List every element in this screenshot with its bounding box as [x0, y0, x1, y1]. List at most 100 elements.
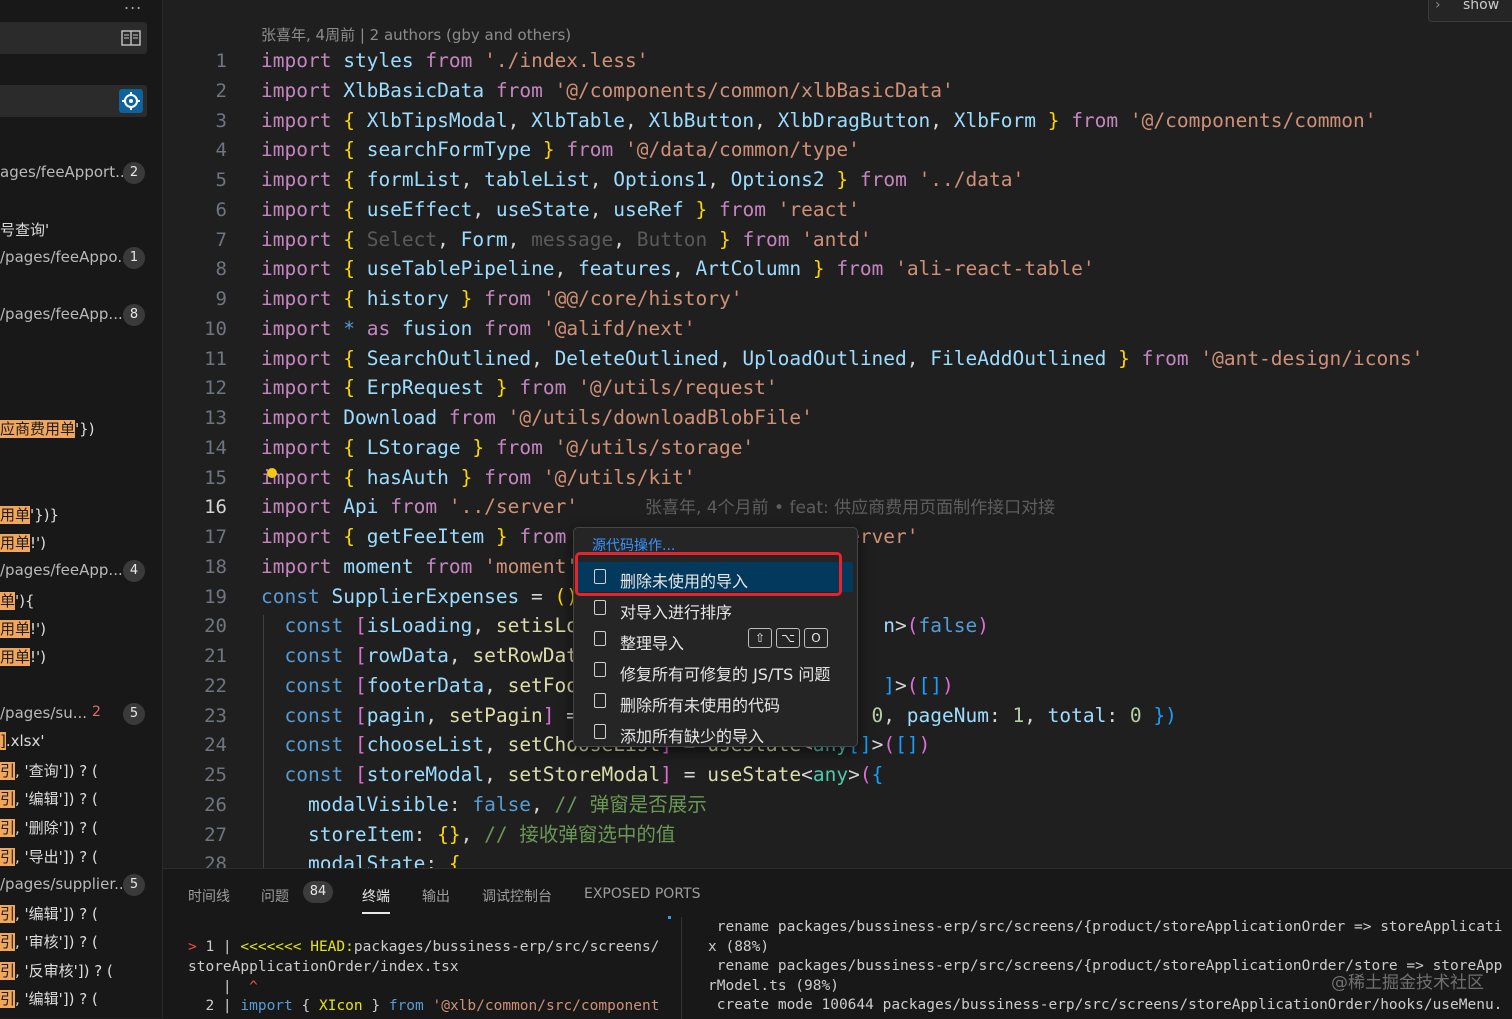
sidebar-result-10[interactable]: 用单!')	[0, 646, 46, 667]
code-text[interactable]: import styles from './index.less'	[261, 46, 649, 76]
panel-tab[interactable]: 输出	[422, 886, 450, 906]
line-number: 26	[204, 793, 227, 816]
code-text[interactable]: import Api from '../server'	[261, 492, 578, 522]
watermark: @稀土掘金技术社区	[1331, 973, 1484, 993]
code-text[interactable]: modalState: {	[261, 849, 461, 868]
su-match-count: 2	[92, 704, 101, 720]
code-text[interactable]: import { searchFormType } from '@/data/c…	[261, 135, 860, 165]
code-text[interactable]: import XlbBasicData from '@/components/c…	[261, 76, 954, 106]
line-number: 10	[204, 317, 227, 340]
code-text[interactable]: import { useTablePipeline, features, Art…	[261, 254, 1095, 284]
sidebar-result-7[interactable]: /pages/feeApp...	[0, 561, 123, 579]
line-number: 28	[204, 853, 227, 868]
line-number: 22	[204, 674, 227, 697]
line-number: 14	[204, 436, 227, 459]
sidebar-result-14[interactable]: 引, '编辑']) ? (	[0, 788, 98, 809]
sidebar-result-5[interactable]: 用单'})}	[0, 504, 59, 525]
result-count-badge: 5	[123, 703, 145, 725]
code-text[interactable]: const [storeModal, setStoreModal] = useS…	[261, 760, 883, 790]
sidebar-result-13[interactable]: 引, '查询']) ? (	[0, 760, 98, 781]
menu-item-3[interactable]: 修复所有可修复的 JS/TS 问题	[578, 655, 853, 685]
menu-item-1[interactable]: 对导入进行排序	[578, 593, 853, 623]
line-number: 9	[215, 288, 227, 310]
code-text[interactable]: storeItem: {}, // 接收弹窗选中的值	[261, 820, 675, 850]
indent-guide	[263, 615, 264, 868]
sidebar-result-18[interactable]: 引, '编辑']) ? (	[0, 903, 98, 924]
lightbulb-icon[interactable]	[267, 468, 277, 478]
find-widget[interactable]: › show	[1428, 0, 1512, 22]
terminal-line: | ^	[188, 979, 258, 995]
sidebar-result-20[interactable]: 引, '反审核']) ? (	[0, 960, 113, 981]
terminal-split-divider[interactable]	[681, 917, 682, 1019]
line-number: 25	[204, 764, 227, 786]
sidebar-result-11[interactable]: /pages/su...	[0, 704, 87, 722]
menu-item-label: 添加所有缺少的导入	[620, 727, 765, 746]
sidebar-result-9[interactable]: 用单!')	[0, 618, 46, 639]
line-number: 20	[204, 615, 227, 638]
menu-item-2[interactable]: 整理导入 ⇧ ⌥ O	[578, 624, 853, 654]
code-text[interactable]: import { ErpRequest } from '@/utils/requ…	[261, 373, 778, 403]
file-icon	[594, 600, 606, 615]
menu-item-label: 整理导入	[620, 634, 685, 653]
book-icon[interactable]	[121, 28, 141, 48]
panel-tab[interactable]: EXPOSED PORTS	[584, 886, 700, 902]
sidebar-result-15[interactable]: 引, '删除']) ? (	[0, 817, 98, 838]
code-text[interactable]: const SupplierExpenses = ()	[261, 582, 578, 612]
sidebar-result-17[interactable]: /pages/supplier...	[0, 875, 128, 893]
sidebar-result-1[interactable]: 号查询'	[0, 219, 49, 240]
shortcut-key: ⌥	[776, 628, 800, 648]
file-icon	[594, 631, 606, 646]
gear-settings-icon[interactable]	[119, 89, 143, 113]
line-number: 3	[215, 109, 227, 132]
code-text[interactable]: import { formList, tableList, Options1, …	[261, 165, 1024, 195]
code-text[interactable]: import { SearchOutlined, DeleteOutlined,…	[261, 344, 1423, 374]
line-number: 24	[204, 734, 227, 757]
line-number: 17	[204, 526, 227, 548]
panel-tab[interactable]: 时间线	[188, 886, 230, 906]
sidebar-result-4[interactable]: 应商费用单'})	[0, 418, 95, 439]
git-blame-header[interactable]: 张喜年, 4周前 | 2 authors (gby and others)	[261, 24, 571, 45]
menu-item-4[interactable]: 删除所有未使用的代码	[578, 686, 853, 716]
sidebar-result-3[interactable]: /pages/feeApp...	[0, 305, 123, 323]
sidebar-result-6[interactable]: 用单!')	[0, 532, 46, 553]
terminal-line: > 1 | <<<<<<< HEAD:packages/bussiness-er…	[188, 939, 660, 955]
line-number: 12	[204, 377, 227, 400]
code-text[interactable]: import { useEffect, useState, useRef } f…	[261, 195, 860, 225]
code-text[interactable]: const [rowData, setRowDat	[261, 641, 578, 671]
panel-tab[interactable]: 调试控制台	[482, 886, 552, 906]
panel-tab[interactable]: 终端	[362, 886, 390, 914]
result-count-badge: 2	[123, 162, 145, 184]
code-text[interactable]: import Download from '@/utils/downloadBl…	[261, 403, 813, 433]
result-count-badge: 5	[123, 874, 145, 896]
code-text[interactable]: import { LStorage } from '@/utils/storag…	[261, 433, 754, 463]
line-number: 2	[215, 79, 227, 102]
code-text[interactable]: import { hasAuth } from '@/utils/kit'	[261, 463, 695, 493]
sidebar-result-8[interactable]: 单'){	[0, 590, 35, 611]
code-text[interactable]: import * as fusion from '@alifd/next'	[261, 314, 695, 344]
menu-item-label: 删除所有未使用的代码	[620, 696, 781, 715]
code-text[interactable]: import { history } from '@@/core/history…	[261, 284, 742, 314]
code-text[interactable]: import { Select, Form, message, Button }…	[261, 225, 872, 255]
sidebar-search-row[interactable]	[0, 85, 147, 117]
menu-item-5[interactable]: 添加所有缺少的导入	[578, 717, 853, 747]
terminal-line: storeApplicationOrder/index.tsx	[188, 959, 459, 975]
sidebar-result-12[interactable]: ].xlsx'	[0, 732, 45, 750]
line-number: 23	[204, 704, 227, 727]
sidebar-result-0[interactable]: ages/feeApport...	[0, 163, 129, 181]
code-text[interactable]: import moment from 'moment'	[261, 552, 578, 582]
line-number: 15	[204, 466, 227, 489]
sidebar-result-21[interactable]: 引, '编辑']) ? (	[0, 988, 98, 1009]
more-actions-icon[interactable]: ...	[124, 0, 142, 13]
line-number: 7	[215, 228, 227, 251]
line-number: 21	[204, 645, 227, 667]
code-text[interactable]: modalVisible: false, // 弹窗是否展示	[261, 790, 707, 820]
sidebar-result-2[interactable]: /pages/feeAppo...	[0, 248, 132, 266]
sidebar-result-19[interactable]: 引, '审核']) ? (	[0, 931, 98, 952]
panel-tab[interactable]: 问题	[261, 886, 289, 906]
line-number: 13	[204, 407, 227, 429]
sidebar-result-16[interactable]: 引, '导出']) ? (	[0, 846, 98, 867]
code-text[interactable]: import { XlbTipsModal, XlbTable, XlbButt…	[261, 106, 1376, 136]
problems-count-badge: 84	[303, 881, 333, 903]
find-widget-text: show	[1463, 0, 1500, 13]
sidebar-toolbar-row[interactable]	[0, 22, 147, 54]
